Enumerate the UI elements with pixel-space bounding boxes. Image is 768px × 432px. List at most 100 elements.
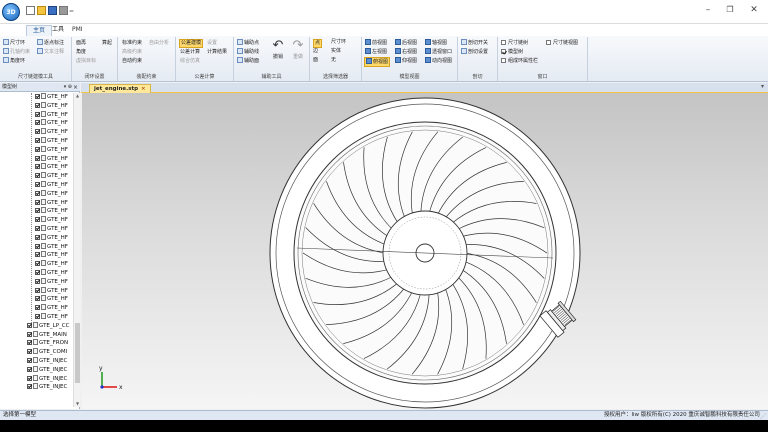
free-analysis-button[interactable]: 自由分析 — [149, 40, 169, 47]
tree-item[interactable]: GTE_HF — [0, 312, 73, 322]
tree-item[interactable]: GTE_HF — [0, 154, 73, 164]
scroll-down-icon[interactable]: ▼ — [74, 401, 81, 407]
visibility-checkbox[interactable] — [35, 94, 40, 99]
tree-item[interactable]: GTE_HF — [0, 189, 73, 199]
save-icon[interactable] — [48, 6, 57, 15]
tree-scrollbar[interactable]: ▲ ▼ — [73, 93, 80, 407]
visibility-checkbox[interactable] — [27, 331, 32, 337]
visibility-checkbox[interactable] — [35, 208, 40, 214]
visibility-checkbox[interactable] — [27, 357, 32, 363]
right-view-button[interactable]: 右视图 — [395, 48, 417, 56]
visibility-checkbox[interactable] — [35, 111, 40, 117]
dimension-loop-button[interactable]: 尺寸环 — [3, 39, 25, 47]
angle-button[interactable]: 角度 — [76, 49, 86, 56]
document-list-dropdown-icon[interactable]: ▾ — [761, 83, 764, 90]
visibility-checkbox[interactable] — [27, 366, 32, 372]
pin-icon[interactable]: ▾ ⊕ — [64, 83, 72, 92]
bottom-view-button[interactable]: 仰视图 — [395, 57, 417, 65]
jet-engine-drawing[interactable] — [82, 93, 768, 409]
visibility-checkbox[interactable] — [35, 234, 40, 240]
component-properties-toggle[interactable]: 组成环属性栏 — [501, 58, 538, 65]
tree-item[interactable]: GTE_MAIN — [0, 330, 73, 340]
checkbox[interactable] — [501, 58, 506, 63]
scrollbar-thumb[interactable] — [75, 323, 80, 383]
tree-item[interactable]: GTE_HF — [0, 101, 73, 111]
advanced-constraint-button[interactable]: 高级约束 — [122, 49, 142, 56]
visibility-checkbox[interactable] — [35, 173, 40, 179]
tree-item[interactable]: GTE_FRON — [0, 339, 73, 348]
tree-item[interactable]: GTE_INJEC — [0, 383, 73, 392]
open-folder-icon[interactable] — [37, 6, 46, 15]
virtual-target-button[interactable]: 虚拟目标 — [76, 58, 96, 65]
filter-edge-button[interactable]: 边 — [313, 48, 318, 55]
transparent-window-button[interactable]: 透视窗口 — [425, 48, 452, 56]
visibility-checkbox[interactable] — [27, 375, 32, 381]
aux-point-button[interactable]: 辅助点 — [237, 39, 259, 47]
filter-none-button[interactable]: 无 — [331, 57, 336, 64]
checkbox[interactable] — [501, 40, 506, 45]
visibility-checkbox[interactable] — [27, 322, 32, 328]
tree-item[interactable]: GTE_HF — [0, 198, 73, 208]
tree-item[interactable]: GTE_HF — [0, 260, 73, 269]
close-button[interactable]: ✕ — [746, 4, 762, 16]
visibility-checkbox[interactable] — [35, 252, 40, 258]
visibility-checkbox[interactable] — [35, 278, 40, 284]
visibility-checkbox[interactable] — [35, 261, 40, 267]
tolerance-model-button[interactable]: 公差建模 — [179, 39, 204, 48]
surface-button[interactable]: 面再 — [76, 40, 86, 47]
tab-pmi[interactable]: PMI — [66, 25, 89, 36]
aux-line-button[interactable]: 辅助线 — [237, 48, 259, 56]
tree-item[interactable]: GTE_INJEC — [0, 365, 73, 375]
tree-item[interactable]: GTE_HF — [0, 180, 73, 190]
text-note-button[interactable]: 文本注释 — [37, 48, 64, 56]
axis-view-button[interactable]: 轴视图 — [425, 39, 447, 47]
visibility-checkbox[interactable] — [27, 384, 32, 390]
settings-button[interactable]: 设置 — [207, 40, 217, 47]
visibility-checkbox[interactable] — [35, 287, 40, 293]
checkbox[interactable] — [546, 40, 551, 45]
tree-item[interactable]: GTE_HF — [0, 136, 73, 146]
auto-constraint-button[interactable]: 自动约束 — [122, 58, 142, 65]
aux-plane-button[interactable]: 辅助面 — [237, 57, 259, 65]
tree-item[interactable]: GTE_HF — [0, 216, 73, 225]
minimize-button[interactable]: – — [700, 4, 716, 16]
visibility-checkbox[interactable] — [35, 120, 40, 126]
maximize-button[interactable]: ❐ — [722, 4, 738, 16]
tree-item[interactable]: GTE_HF — [0, 295, 73, 304]
checkbox-checked[interactable] — [501, 49, 506, 54]
tree-item[interactable]: GTE_HF — [0, 242, 73, 252]
tree-item[interactable]: GTE_HF — [0, 251, 73, 260]
visibility-checkbox[interactable] — [35, 190, 40, 196]
tree-item[interactable]: GTE_HF — [0, 172, 73, 181]
tree-item[interactable]: GTE_INJEC — [0, 374, 73, 384]
visibility-checkbox[interactable] — [35, 146, 40, 152]
model-tree-toggle[interactable]: 模型树 — [501, 49, 523, 56]
tree-item[interactable]: GTE_HF — [0, 128, 73, 137]
tree-item[interactable]: GTE_HF — [0, 224, 73, 234]
redo-button[interactable]: ↷ 重做 — [290, 39, 306, 61]
quick-access-customize[interactable]: = — [69, 8, 74, 15]
tree-item[interactable]: GTE_HF — [0, 110, 73, 120]
direction-view-button[interactable]: 动向视图 — [425, 57, 452, 65]
filter-dimension-loop-button[interactable]: 尺寸环 — [331, 39, 346, 46]
visibility-checkbox[interactable] — [35, 313, 40, 319]
tree-item[interactable]: GTE_LP_CC — [0, 321, 73, 331]
section-settings-button[interactable]: 剖切设置 — [461, 48, 488, 56]
print-icon[interactable] — [59, 6, 68, 15]
point-annotation-button[interactable]: 逐点标注 — [37, 39, 64, 47]
tree-item[interactable]: GTE_COMI — [0, 348, 73, 357]
angle-loop-button[interactable]: 角度环 — [3, 57, 25, 65]
undo-button[interactable]: ↶ 撤销 — [270, 39, 286, 61]
tree-item[interactable]: GTE_HF — [0, 304, 73, 313]
tree-item[interactable]: GTE_HF — [0, 93, 73, 102]
top-view-button[interactable]: 俯视图 — [364, 57, 391, 67]
tree-item[interactable]: GTE_HF — [0, 233, 73, 243]
visibility-checkbox[interactable] — [27, 349, 32, 355]
back-view-button[interactable]: 后视图 — [395, 39, 417, 47]
visibility-checkbox[interactable] — [35, 225, 40, 231]
visibility-checkbox[interactable] — [35, 269, 40, 275]
standard-constraint-button[interactable]: 标准约束 — [122, 40, 142, 47]
visibility-checkbox[interactable] — [35, 217, 40, 223]
visibility-checkbox[interactable] — [35, 181, 40, 187]
close-panel-icon[interactable]: × — [73, 83, 78, 92]
